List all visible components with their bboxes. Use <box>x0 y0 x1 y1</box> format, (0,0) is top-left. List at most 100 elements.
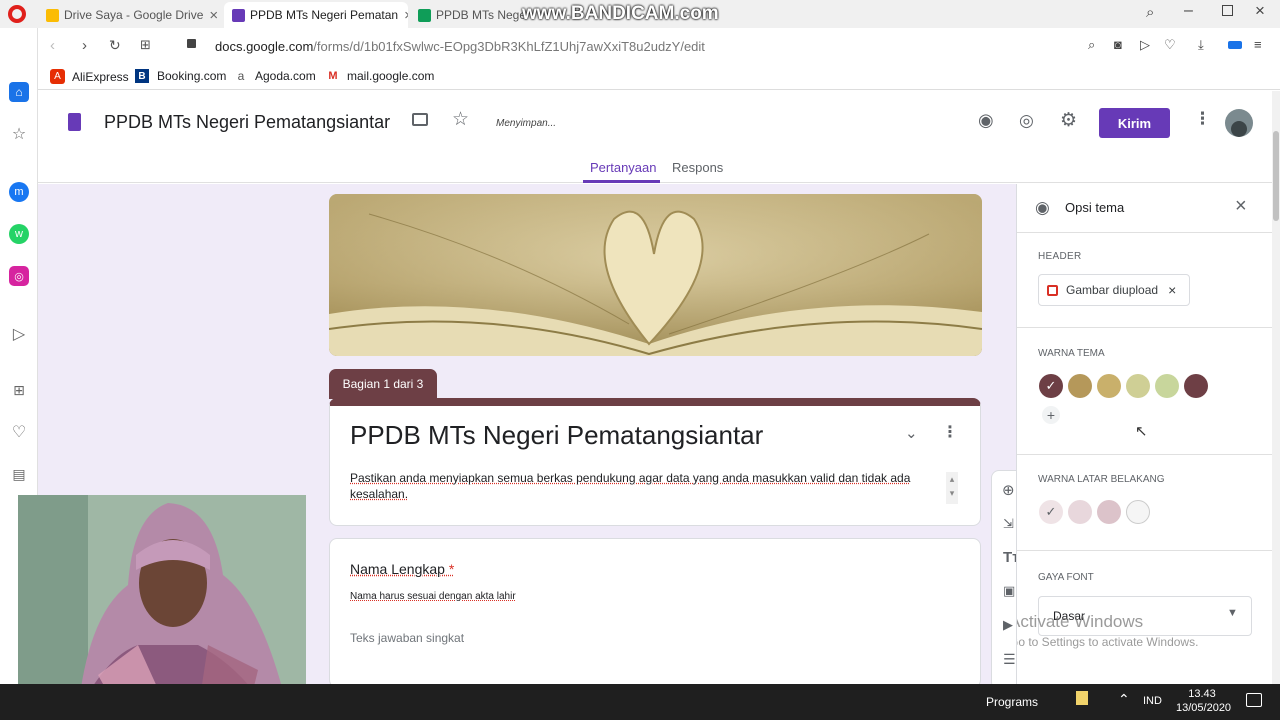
url-field[interactable]: docs.google.com/forms/d/1b01fxSwlwc-EOpg… <box>215 39 705 54</box>
description-scrollbar[interactable]: ▴ ▾ <box>946 472 958 504</box>
folder-icon[interactable] <box>412 113 428 126</box>
tab-questions[interactable]: Pertanyaan <box>590 160 657 175</box>
question-hint[interactable]: Nama harus sesuai dengan akta lahir <box>350 591 516 602</box>
question-title-text: Nama Lengkap <box>350 561 445 577</box>
bg-color-swatch[interactable] <box>1097 500 1121 524</box>
battery-saver-icon[interactable] <box>1228 41 1242 49</box>
add-section-icon[interactable]: ☰ <box>1003 651 1016 668</box>
forward-icon[interactable]: › <box>82 37 87 54</box>
theme-color-swatch[interactable] <box>1068 374 1092 398</box>
whatsapp-icon[interactable]: w <box>9 224 29 244</box>
form-title-card[interactable]: PPDB MTs Negeri Pematangsiantar ⌄ ⋮ Past… <box>329 398 981 526</box>
form-doc-title[interactable]: PPDB MTs Negeri Pematangsiantar <box>104 112 390 133</box>
collapse-icon[interactable]: ⌄ <box>905 424 918 442</box>
window-close-icon[interactable]: × <box>1255 1 1265 21</box>
header-image-chip[interactable]: Gambar diupload × <box>1038 274 1190 306</box>
theme-color-swatches: ✓ <box>1039 374 1208 398</box>
form-title[interactable]: PPDB MTs Negeri Pematangsiantar <box>350 420 763 451</box>
bg-color-swatch[interactable] <box>1068 500 1092 524</box>
bookmark-aliexpress[interactable]: A AliExpress <box>50 69 129 84</box>
bookmark-agoda[interactable]: a Agoda.com <box>234 69 316 83</box>
search-tabs-icon[interactable]: ⌕ <box>1146 4 1154 21</box>
send-page-icon[interactable]: ▷ <box>1140 37 1150 53</box>
close-icon[interactable]: × <box>398 7 408 24</box>
apps-icon[interactable]: ⊞ <box>9 380 29 400</box>
taskbar-programs[interactable]: Programs <box>986 695 1038 709</box>
tabs-grid-icon[interactable]: ⊞ <box>140 37 151 53</box>
show-hidden-icons[interactable]: ⌃ <box>1118 691 1130 708</box>
back-icon[interactable]: ‹ <box>50 37 55 54</box>
zoom-icon[interactable]: ⌕ <box>1088 37 1095 53</box>
add-custom-color-icon[interactable]: + <box>1042 406 1060 424</box>
palette-icon[interactable]: ◉ <box>978 110 994 131</box>
opera-logo-icon[interactable] <box>8 5 26 23</box>
star-icon[interactable]: ☆ <box>9 124 29 144</box>
instagram-icon[interactable]: ◎ <box>9 266 29 286</box>
bookmark-gmail[interactable]: M mail.google.com <box>326 69 434 83</box>
floating-toolbar: ⊕ ⇲ Tт ▣ ▶ ☰ <box>991 470 1016 684</box>
bg-color-swatch-selected[interactable]: ✓ <box>1039 500 1063 524</box>
taskbar-clock[interactable]: 13.43 13/05/2020 <box>1176 687 1232 715</box>
add-title-icon[interactable]: Tт <box>1003 549 1016 566</box>
settings-gear-icon[interactable]: ⚙ <box>1060 109 1077 132</box>
star-icon[interactable]: ☆ <box>452 108 469 131</box>
send-button[interactable]: Kirim <box>1099 108 1170 138</box>
tab-responses[interactable]: Respons <box>672 160 723 175</box>
import-questions-icon[interactable]: ⇲ <box>1003 516 1014 532</box>
tab-sheets[interactable]: PPDB MTs Negeri <box>410 2 530 28</box>
theme-color-swatch[interactable] <box>1097 374 1121 398</box>
avatar[interactable] <box>1225 109 1253 137</box>
address-bar: ‹ › ↻ ⊞ docs.google.com/forms/d/1b01fxSw… <box>38 28 1280 64</box>
question-title[interactable]: Nama Lengkap * <box>350 561 454 577</box>
lock-icon <box>187 39 196 48</box>
dropdown-arrow-icon: ▼ <box>1227 607 1238 619</box>
add-question-icon[interactable]: ⊕ <box>1002 481 1015 499</box>
agoda-icon: a <box>237 69 245 83</box>
scrollbar-thumb[interactable] <box>1273 131 1279 221</box>
bg-color-swatch[interactable] <box>1126 500 1150 524</box>
notification-icon[interactable] <box>1246 693 1262 707</box>
activate-windows-title: Activate Windows <box>1016 612 1144 631</box>
camera-icon[interactable]: ◙ <box>1114 37 1122 52</box>
menu-icon[interactable]: ≡ <box>1254 37 1262 52</box>
home-icon[interactable]: ⌂ <box>9 82 29 102</box>
language-indicator[interactable]: IND <box>1143 695 1162 707</box>
maximize-icon[interactable] <box>1222 5 1233 16</box>
theme-color-swatch-selected[interactable]: ✓ <box>1039 374 1063 398</box>
add-video-icon[interactable]: ▶ <box>1003 617 1013 633</box>
active-tab-indicator <box>583 180 660 183</box>
forms-logo-icon[interactable] <box>68 113 81 131</box>
font-style-label: GAYA FONT <box>1038 572 1094 583</box>
tab-forms[interactable]: PPDB MTs Negeri Pematan × <box>224 2 408 28</box>
header-chip-label: Gambar diupload <box>1066 283 1159 297</box>
theme-color-swatch[interactable] <box>1155 374 1179 398</box>
messenger-icon[interactable]: m <box>9 182 29 202</box>
clock-date: 13/05/2020 <box>1176 702 1232 714</box>
theme-color-swatch[interactable] <box>1184 374 1208 398</box>
short-answer-placeholder: Teks jawaban singkat <box>350 631 465 645</box>
booking-icon: B <box>135 69 149 83</box>
heart-icon[interactable]: ♡ <box>9 422 29 442</box>
aliexpress-icon: A <box>50 69 65 84</box>
bookmark-booking[interactable]: B Booking.com <box>135 69 226 83</box>
saving-status: Menyimpan... <box>496 118 557 129</box>
reload-icon[interactable]: ↻ <box>109 37 121 54</box>
tab-drive[interactable]: Drive Saya - Google Drive × <box>38 2 222 28</box>
download-icon[interactable]: ⤓ <box>1198 37 1204 53</box>
remove-image-icon[interactable]: × <box>1168 282 1176 298</box>
more-vert-icon[interactable]: ⋮ <box>942 422 958 442</box>
question-card[interactable]: Nama Lengkap * Nama harus sesuai dengan … <box>329 538 981 684</box>
close-panel-icon[interactable]: × <box>1235 195 1247 218</box>
form-description[interactable]: Pastikan anda menyiapkan semua berkas pe… <box>350 470 920 502</box>
minimize-icon[interactable]: – <box>1184 2 1193 20</box>
theme-color-swatch[interactable] <box>1126 374 1150 398</box>
more-vert-icon[interactable]: ⋮ <box>1194 109 1211 129</box>
close-icon[interactable]: × <box>203 7 218 24</box>
news-icon[interactable]: ▤ <box>9 464 29 484</box>
page-scrollbar[interactable] <box>1272 91 1280 684</box>
preview-eye-icon[interactable]: ◎ <box>1019 111 1034 131</box>
send-icon[interactable]: ▷ <box>9 324 29 344</box>
add-image-icon[interactable]: ▣ <box>1003 583 1015 599</box>
folder-icon[interactable] <box>1076 691 1088 705</box>
bookmark-heart-icon[interactable]: ♡ <box>1164 37 1176 53</box>
